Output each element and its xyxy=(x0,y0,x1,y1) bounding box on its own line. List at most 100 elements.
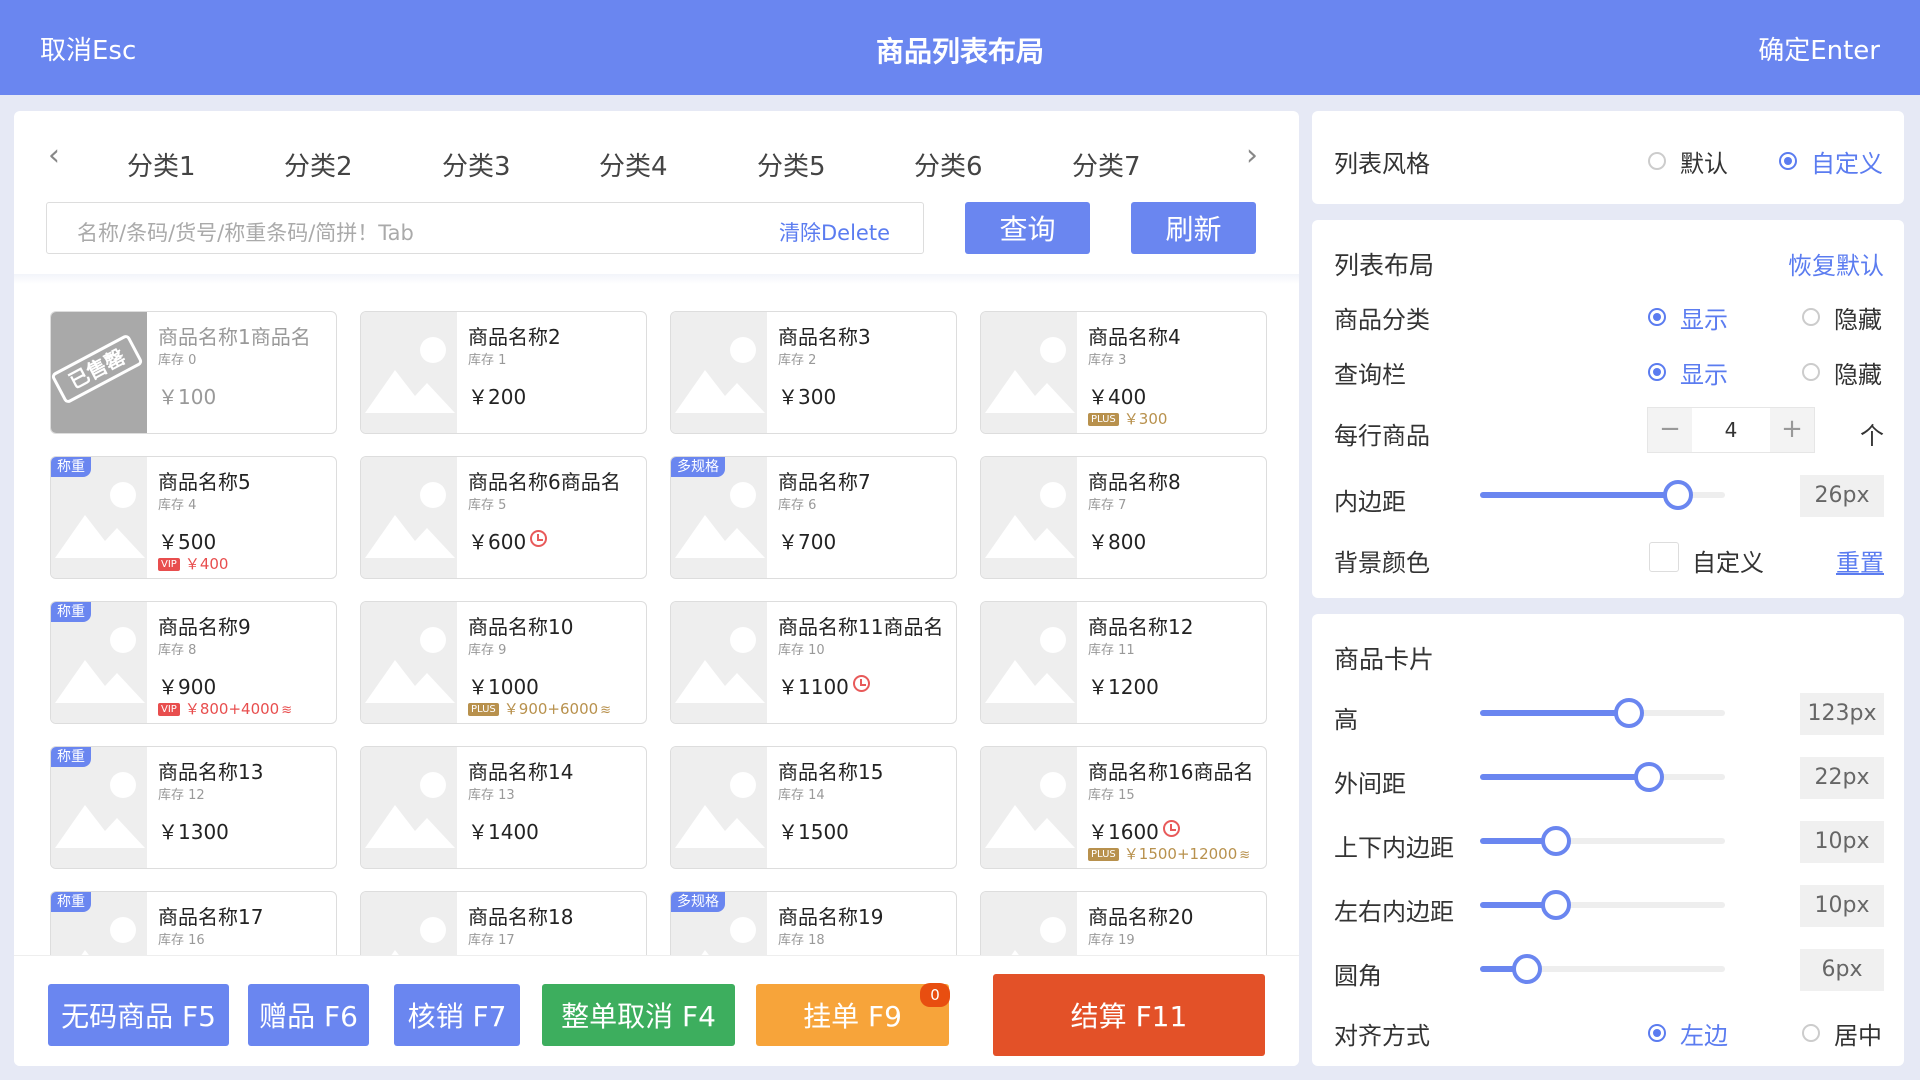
search-input[interactable]: 名称/条码/货号/称重条码/简拼！Tab 清除Delete xyxy=(46,202,924,254)
product-name: 商品名称4 xyxy=(1088,325,1181,349)
image-placeholder-icon xyxy=(675,627,765,703)
radio-dot xyxy=(1648,152,1666,170)
tab-category-3[interactable]: 分类3 xyxy=(442,146,511,183)
product-stock: 库存 7 xyxy=(1088,498,1127,513)
radio-searchbar-show[interactable]: 显示 xyxy=(1648,355,1728,390)
product-card[interactable]: 称重 商品名称17 库存 16 xyxy=(50,891,337,956)
radio-dot xyxy=(1648,1024,1666,1042)
product-card[interactable]: 商品名称3 库存 2 ￥300 xyxy=(670,311,957,434)
image-placeholder-icon xyxy=(675,772,765,848)
radio-style-custom[interactable]: 自定义 xyxy=(1779,144,1883,179)
radio-dot xyxy=(1779,152,1797,170)
product-card[interactable]: 称重 商品名称13 库存 12 ￥1300 xyxy=(50,746,337,869)
product-image: 称重 xyxy=(51,747,147,868)
category-bar: ‹ 分类1 分类2 分类3 分类4 分类5 分类6 分类7 › xyxy=(14,111,1299,191)
verify-button[interactable]: 核销 F7 xyxy=(394,984,520,1046)
product-stock: 库存 4 xyxy=(158,498,197,513)
searchbar-label: 查询栏 xyxy=(1334,361,1406,389)
chevron-left-icon[interactable]: ‹ xyxy=(48,141,60,171)
card-padding-h-slider[interactable] xyxy=(1480,890,1725,920)
product-card[interactable]: 商品名称10 库存 9 ￥1000 PLUS ￥900+6000 ≋ xyxy=(360,601,647,724)
product-card[interactable]: 多规格 商品名称7 库存 6 ￥700 xyxy=(670,456,957,579)
slider-handle[interactable] xyxy=(1540,826,1571,856)
radio-dot xyxy=(1802,1024,1820,1042)
member-price: VIP ￥400 xyxy=(158,553,228,574)
radio-searchbar-hide[interactable]: 隐藏 xyxy=(1802,355,1882,390)
slider-handle[interactable] xyxy=(1634,762,1665,792)
no-barcode-button[interactable]: 无码商品 F5 xyxy=(48,984,229,1046)
increment-button[interactable]: + xyxy=(1770,408,1814,452)
product-image xyxy=(981,747,1077,868)
decrement-button[interactable]: − xyxy=(1648,408,1692,452)
product-price: ￥1600 xyxy=(1088,816,1180,845)
bg-reset-link[interactable]: 重置 xyxy=(1836,543,1884,578)
tab-category-7[interactable]: 分类7 xyxy=(1072,146,1141,183)
slider-handle[interactable] xyxy=(1540,890,1571,920)
product-card[interactable]: 称重 商品名称5 库存 4 ￥500 VIP ￥400 xyxy=(50,456,337,579)
page-title: 商品列表布局 xyxy=(875,35,1044,68)
tab-category-5[interactable]: 分类5 xyxy=(757,146,826,183)
query-button[interactable]: 查询 xyxy=(965,202,1090,254)
product-card[interactable]: 商品名称16商品名 库存 15 ￥1600 PLUS ￥1500+12000 ≋ xyxy=(980,746,1267,869)
bg-custom-checkbox[interactable] xyxy=(1649,542,1679,572)
radio-category-show[interactable]: 显示 xyxy=(1648,300,1728,335)
product-card[interactable]: 称重 商品名称9 库存 8 ￥900 VIP ￥800+4000 ≋ xyxy=(50,601,337,724)
product-price: ￥700 xyxy=(778,530,837,554)
hold-order-button[interactable]: 挂单 F9 0 xyxy=(756,983,950,1046)
product-card[interactable]: 商品名称20 库存 19 xyxy=(980,891,1267,956)
padding-slider[interactable] xyxy=(1480,480,1725,510)
gift-button[interactable]: 赠品 F6 xyxy=(248,984,369,1046)
product-card[interactable]: 商品名称14 库存 13 ￥1400 xyxy=(360,746,647,869)
search-placeholder: 名称/条码/货号/称重条码/简拼！Tab xyxy=(77,221,414,245)
cancel-order-button[interactable]: 整单取消 F4 xyxy=(542,984,735,1046)
card-padding-v-slider[interactable] xyxy=(1480,826,1725,856)
product-card[interactable]: 多规格 商品名称19 库存 18 xyxy=(670,891,957,956)
product-name: 商品名称1商品名 xyxy=(158,325,311,349)
checkout-button[interactable]: 结算 F11 xyxy=(993,974,1265,1056)
tab-category-2[interactable]: 分类2 xyxy=(284,146,353,183)
radio-dot xyxy=(1802,363,1820,381)
radio-category-hide[interactable]: 隐藏 xyxy=(1802,300,1882,335)
clear-button[interactable]: 清除Delete xyxy=(779,217,890,247)
product-card[interactable]: 商品名称2 库存 1 ￥200 xyxy=(360,311,647,434)
card-radius-slider[interactable] xyxy=(1480,954,1725,984)
radio-align-left[interactable]: 左边 xyxy=(1648,1016,1728,1051)
tab-category-4[interactable]: 分类4 xyxy=(599,146,668,183)
image-placeholder-icon xyxy=(390,917,446,956)
per-row-value[interactable]: 4 xyxy=(1692,418,1770,442)
radio-style-default[interactable]: 默认 xyxy=(1648,144,1728,179)
slider-handle[interactable] xyxy=(1614,698,1645,728)
radio-dot xyxy=(1648,308,1666,326)
product-stock: 库存 1 xyxy=(468,353,507,368)
product-card[interactable]: 商品名称6商品名 库存 5 ￥600 xyxy=(360,456,647,579)
slider-handle[interactable] xyxy=(1511,954,1542,984)
card-height-slider[interactable] xyxy=(1480,698,1725,728)
product-card[interactable]: 已售罄 商品名称1商品名 库存 0 ￥100 xyxy=(50,311,337,434)
hold-count-badge: 0 xyxy=(920,983,950,1007)
product-price: ￥500 xyxy=(158,530,217,554)
product-card[interactable]: 商品名称4 库存 3 ￥400 PLUS ￥300 xyxy=(980,311,1267,434)
tab-category-1[interactable]: 分类1 xyxy=(127,146,196,183)
product-card[interactable]: 商品名称18 库存 17 xyxy=(360,891,647,956)
slider-handle[interactable] xyxy=(1663,480,1694,510)
refresh-button[interactable]: 刷新 xyxy=(1131,202,1256,254)
product-image xyxy=(981,892,1077,956)
radio-dot xyxy=(1802,308,1820,326)
clock-icon xyxy=(852,675,870,692)
product-card[interactable]: 商品名称11商品名 库存 10 ￥1100 xyxy=(670,601,957,724)
radio-label: 隐藏 xyxy=(1834,361,1882,389)
tab-category-6[interactable]: 分类6 xyxy=(914,146,983,183)
confirm-button[interactable]: 确定Enter xyxy=(1758,30,1880,67)
product-card[interactable]: 商品名称15 库存 14 ￥1500 xyxy=(670,746,957,869)
card-height-label: 高 xyxy=(1334,706,1358,734)
product-tag: 称重 xyxy=(51,747,91,767)
product-tag: 称重 xyxy=(51,457,91,477)
product-card[interactable]: 商品名称12 库存 11 ￥1200 xyxy=(980,601,1267,724)
action-bar: 无码商品 F5 赠品 F6 核销 F7 整单取消 F4 挂单 F9 0 结算 F11 xyxy=(14,955,1299,1066)
product-image xyxy=(671,602,767,723)
chevron-right-icon[interactable]: › xyxy=(1246,141,1258,171)
radio-align-center[interactable]: 居中 xyxy=(1802,1016,1882,1051)
reset-default-link[interactable]: 恢复默认 xyxy=(1788,246,1884,281)
product-card[interactable]: 商品名称8 库存 7 ￥800 xyxy=(980,456,1267,579)
card-margin-slider[interactable] xyxy=(1480,762,1725,792)
